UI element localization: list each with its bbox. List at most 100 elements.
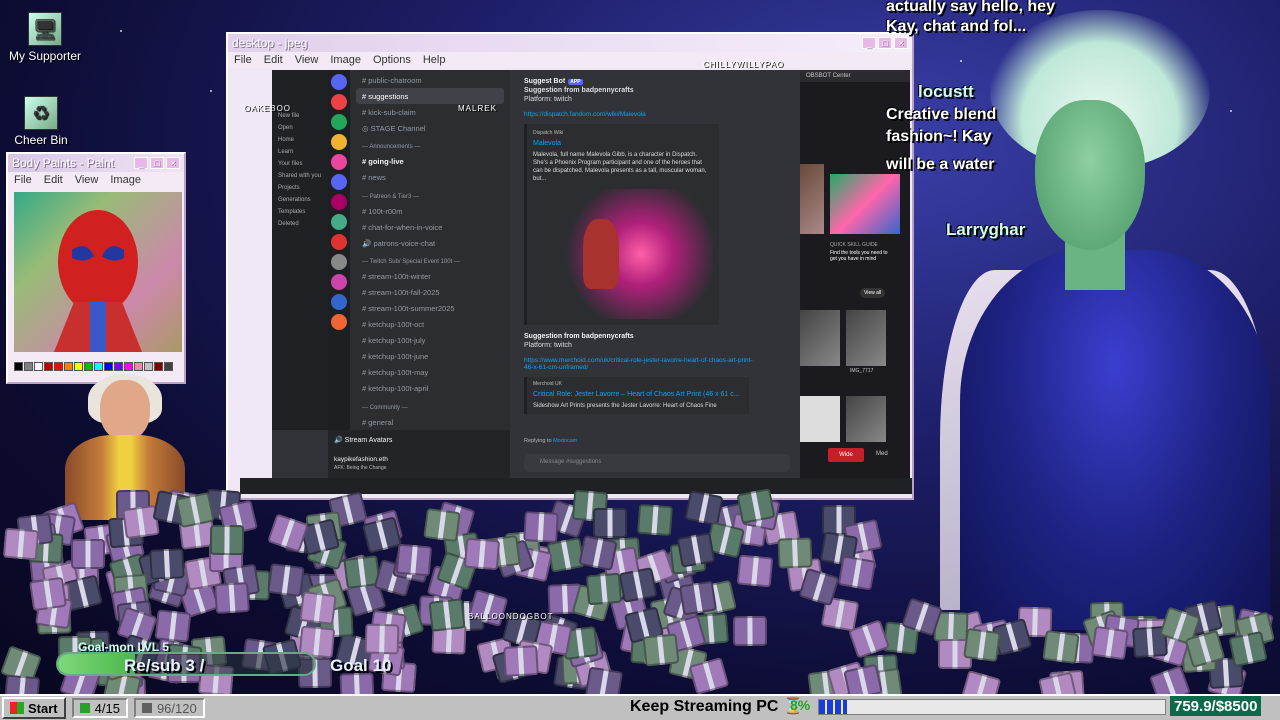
menu-options[interactable]: Options — [373, 54, 411, 66]
channel-ketchup-april[interactable]: # ketchup-100t-april — [356, 381, 504, 397]
server-icon[interactable] — [331, 314, 347, 330]
color-swatch[interactable] — [44, 362, 53, 371]
menu-edit[interactable]: Edit — [264, 54, 283, 66]
media-thumbnail[interactable] — [846, 396, 886, 442]
user-panel[interactable]: kaypikefashion.eth AFK: Being the Change — [328, 452, 510, 480]
paint-window[interactable]: Body Paints - Paint _ □ × File Edit View… — [6, 152, 186, 384]
channel-stream-100t-fall[interactable]: # stream-100t-fall-2025 — [356, 285, 504, 301]
message-author[interactable]: Suggest Bot APP — [524, 78, 794, 85]
minimize-icon[interactable]: _ — [134, 157, 148, 169]
server-icon[interactable] — [331, 194, 347, 210]
menu-file[interactable]: File — [234, 54, 252, 66]
start-button[interactable]: Start — [2, 697, 66, 719]
color-swatch[interactable] — [64, 362, 73, 371]
files-item[interactable]: Shared with you — [272, 170, 328, 182]
media-thumbnail[interactable] — [846, 310, 886, 366]
desktop-icon-my-supporter[interactable]: 🖥 My Supporter — [0, 12, 90, 63]
color-swatch[interactable] — [164, 362, 173, 371]
color-swatch[interactable] — [54, 362, 63, 371]
close-icon[interactable]: × — [894, 37, 908, 49]
channel-chat-for-when-in-voice[interactable]: # chat-for-when-in-voice — [356, 219, 504, 235]
server-icon[interactable] — [331, 234, 347, 250]
files-item[interactable]: Templates — [272, 206, 328, 218]
close-icon[interactable]: × — [166, 157, 180, 169]
server-icon[interactable] — [331, 214, 347, 230]
menu-image[interactable]: Image — [330, 54, 361, 66]
maximize-icon[interactable]: □ — [878, 37, 892, 49]
maximize-icon[interactable]: □ — [150, 157, 164, 169]
menu-help[interactable]: Help — [423, 54, 446, 66]
media-thumbnail[interactable] — [800, 164, 824, 234]
files-item[interactable]: Projects — [272, 182, 328, 194]
server-icon[interactable] — [331, 294, 347, 310]
color-swatch[interactable] — [114, 362, 123, 371]
server-icon[interactable] — [331, 154, 347, 170]
channel-stream-100t-summer[interactable]: # stream-100t-summer2025 — [356, 301, 504, 317]
files-item[interactable]: Your files — [272, 158, 328, 170]
server-icon[interactable] — [331, 254, 347, 270]
paint-canvas[interactable] — [14, 192, 182, 352]
files-item[interactable]: Home — [272, 134, 328, 146]
message-link[interactable]: https://www.merchoid.com/uk/critical-rol… — [524, 357, 754, 371]
message-link[interactable]: https://dispatch.fandom.com/wiki/Malevol… — [524, 111, 794, 118]
category-patreon[interactable]: — Patreon & Tier3 — — [356, 186, 504, 204]
color-swatch[interactable] — [74, 362, 83, 371]
channel-public-chatroom[interactable]: # public-chatroom — [356, 72, 504, 88]
color-swatch[interactable] — [124, 362, 133, 371]
server-icon[interactable] — [331, 134, 347, 150]
server-icon[interactable] — [331, 94, 347, 110]
channel-ketchup-oct[interactable]: # ketchup-100t-oct — [356, 317, 504, 333]
minimize-icon[interactable]: _ — [862, 37, 876, 49]
channel-general[interactable]: # general — [356, 414, 504, 430]
category-announcements[interactable]: — Announcements — — [356, 136, 504, 154]
color-swatch[interactable] — [94, 362, 103, 371]
channel-patrons-voice-chat[interactable]: 🔊 patrons-voice-chat — [356, 235, 504, 251]
color-swatch[interactable] — [104, 362, 113, 371]
menu-file[interactable]: File — [14, 174, 32, 186]
paint-titlebar[interactable]: Body Paints - Paint _ □ × — [8, 154, 184, 172]
channel-ketchup-may[interactable]: # ketchup-100t-may — [356, 365, 504, 381]
channel-ketchup-june[interactable]: # ketchup-100t-june — [356, 349, 504, 365]
view-all-button[interactable]: View all — [860, 288, 886, 298]
color-swatch[interactable] — [154, 362, 163, 371]
color-swatch[interactable] — [24, 362, 33, 371]
menu-view[interactable]: View — [295, 54, 319, 66]
color-swatch[interactable] — [34, 362, 43, 371]
media-thumbnail[interactable] — [830, 174, 900, 234]
color-swatch[interactable] — [14, 362, 23, 371]
server-icon[interactable] — [331, 274, 347, 290]
message-input[interactable]: Message #suggestions — [524, 454, 790, 472]
menu-view[interactable]: View — [75, 174, 99, 186]
window-titlebar[interactable]: desktop - jpeg _ □ × — [228, 34, 912, 52]
channel-stream-100t-winter[interactable]: # stream-100t-winter — [356, 269, 504, 285]
wide-button[interactable]: Wide — [828, 448, 864, 462]
color-swatch[interactable] — [144, 362, 153, 371]
files-item[interactable]: Learn — [272, 146, 328, 158]
category-community[interactable]: — Community — — [356, 397, 504, 415]
files-item[interactable]: Deleted — [272, 218, 328, 230]
category-twitch-sub[interactable]: — Twitch Sub/ Special Event 100t — — [356, 251, 504, 269]
embed-title[interactable]: Malevola — [533, 140, 713, 147]
desktop-icon-cheer-bin[interactable]: ♻ Cheer Bin — [0, 96, 86, 147]
channel-ketchup-july[interactable]: # ketchup-100t-july — [356, 333, 504, 349]
channel-news[interactable]: # news — [356, 170, 504, 186]
files-item[interactable]: Generations — [272, 194, 328, 206]
channel-suggestions[interactable]: # suggestions — [356, 88, 504, 104]
embed-image[interactable] — [533, 189, 713, 320]
replying-user[interactable]: Modocam — [553, 438, 577, 444]
voice-channel-bar[interactable]: 🔊 Stream Avatars — [328, 430, 510, 452]
menu-image[interactable]: Image — [110, 174, 141, 186]
channel-going-live[interactable]: # going-live — [356, 154, 504, 170]
media-button[interactable]: Med — [876, 451, 888, 457]
menu-edit[interactable]: Edit — [44, 174, 63, 186]
channel-stage[interactable]: ◎ STAGE Channel — [356, 120, 504, 136]
server-icon[interactable] — [331, 114, 347, 130]
embed-title[interactable]: Critical Role: Jester Lavorre – Heart of… — [533, 391, 743, 398]
files-item[interactable]: Open — [272, 122, 328, 134]
media-thumbnail[interactable] — [800, 396, 840, 442]
server-icon[interactable] — [331, 74, 347, 90]
color-swatch[interactable] — [84, 362, 93, 371]
channel-100t-room[interactable]: # 100t-r00m — [356, 203, 504, 219]
color-swatch[interactable] — [134, 362, 143, 371]
media-thumbnail[interactable] — [800, 310, 840, 366]
